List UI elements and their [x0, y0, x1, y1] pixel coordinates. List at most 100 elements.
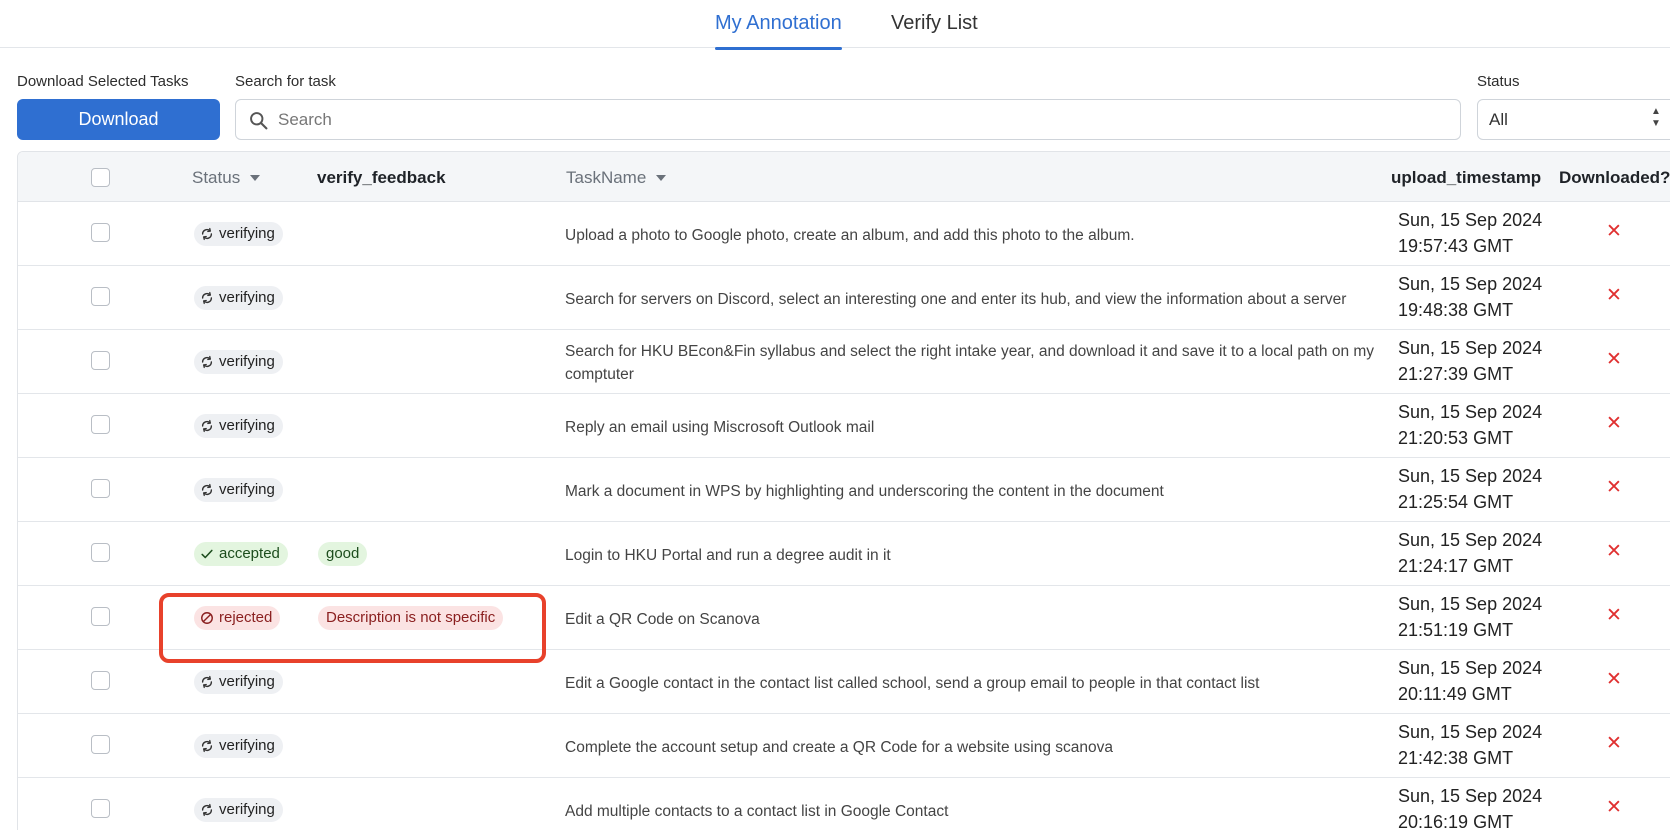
table-row[interactable]: verifying Search for servers on Discord, …: [18, 266, 1670, 330]
task-name-text: Search for HKU BEcon&Fin syllabus and se…: [565, 343, 1375, 383]
status-select-value: All: [1489, 110, 1508, 129]
select-arrows-icon: ▲ ▼: [1651, 106, 1661, 129]
refresh-icon: [201, 419, 213, 433]
upload-timestamp-cell: Sun, 15 Sep 2024 21:25:54 GMT: [1398, 463, 1542, 515]
header-verify-feedback: verify_feedback: [317, 168, 446, 187]
status-badge: accepted: [194, 542, 288, 566]
upload-timestamp-cell: Sun, 15 Sep 2024 19:48:38 GMT: [1398, 271, 1542, 323]
status-badge-label: accepted: [219, 545, 280, 562]
task-name-text: Add multiple contacts to a contact list …: [565, 802, 949, 820]
timestamp-time: 21:42:38 GMT: [1398, 748, 1514, 768]
row-checkbox[interactable]: [91, 351, 110, 370]
task-name-cell: Upload a photo to Google photo, create a…: [565, 212, 1385, 258]
task-name-text: Upload a photo to Google photo, create a…: [565, 226, 1135, 244]
not-downloaded-icon: ✕: [1606, 221, 1622, 242]
table-row[interactable]: accepted good Login to HKU Portal and run …: [18, 522, 1670, 586]
row-checkbox[interactable]: [91, 479, 110, 498]
upload-timestamp-cell: Sun, 15 Sep 2024 21:24:17 GMT: [1398, 527, 1542, 579]
upload-timestamp-cell: Sun, 15 Sep 2024 21:27:39 GMT: [1398, 335, 1542, 387]
table-row[interactable]: verifying Add multiple contacts to a cont…: [18, 778, 1670, 830]
status-badge: verifying: [194, 478, 283, 502]
task-name-cell: Search for HKU BEcon&Fin syllabus and se…: [565, 340, 1385, 386]
upload-timestamp-cell: Sun, 15 Sep 2024 20:11:49 GMT: [1398, 655, 1542, 707]
row-checkbox[interactable]: [91, 799, 110, 818]
status-badge-label: verifying: [219, 481, 275, 498]
status-badge: verifying: [194, 734, 283, 758]
refresh-icon: [201, 739, 213, 753]
task-name-cell: Login to HKU Portal and run a degree aud…: [565, 532, 1385, 578]
tab-label: My Annotation: [715, 12, 842, 34]
select-all-checkbox[interactable]: [91, 168, 110, 187]
row-checkbox[interactable]: [91, 223, 110, 242]
tab-bar: My Annotation Verify List: [0, 0, 1670, 50]
table-row[interactable]: verifying Upload a photo to Google photo,…: [18, 202, 1670, 266]
status-badge-label: verifying: [219, 737, 275, 754]
timestamp-time: 19:48:38 GMT: [1398, 300, 1514, 320]
not-downloaded-icon: ✕: [1606, 733, 1622, 754]
feedback-badge: good: [318, 542, 368, 566]
status-badge-label: verifying: [219, 289, 275, 306]
status-badge-label: verifying: [219, 225, 275, 242]
status-badge-label: rejected: [219, 609, 273, 626]
feedback-badge: Description is not specific: [318, 606, 504, 630]
timestamp-date: Sun, 15 Sep 2024: [1398, 786, 1543, 806]
task-name-text: Complete the account setup and create a …: [565, 738, 1113, 756]
table-header: Status verify_feedback TaskName upload_t…: [18, 152, 1670, 202]
timestamp-time: 19:57:43 GMT: [1398, 236, 1514, 256]
row-checkbox[interactable]: [91, 671, 110, 690]
timestamp-date: Sun, 15 Sep 2024: [1398, 658, 1543, 678]
not-downloaded-icon: ✕: [1606, 797, 1622, 818]
task-name-text: Edit a QR Code on Scanova: [565, 610, 760, 628]
table-row[interactable]: verifying Mark a document in WPS by highl…: [18, 458, 1670, 522]
status-badge-label: verifying: [219, 353, 275, 370]
header-downloaded: Downloaded?: [1559, 168, 1670, 187]
task-name-text: Reply an email using Miscrosoft Outlook …: [565, 418, 875, 436]
header-upload-timestamp: upload_timestamp: [1391, 168, 1542, 187]
download-button[interactable]: Download: [17, 99, 220, 140]
table-row[interactable]: verifying Complete the account setup and …: [18, 714, 1670, 778]
tab-verify-list[interactable]: Verify List: [891, 12, 978, 35]
status-badge: verifying: [194, 286, 283, 310]
refresh-icon: [201, 355, 213, 369]
status-select[interactable]: All ▲ ▼: [1477, 99, 1670, 140]
tab-label: Verify List: [891, 12, 978, 34]
header-status[interactable]: Status: [192, 168, 261, 188]
timestamp-time: 21:51:19 GMT: [1398, 620, 1514, 640]
search-field[interactable]: [235, 99, 1461, 140]
refresh-icon: [201, 227, 213, 241]
table-row[interactable]: verifying Reply an email using Miscrosoft…: [18, 394, 1670, 458]
not-downloaded-icon: ✕: [1606, 541, 1622, 562]
header-task-name[interactable]: TaskName: [566, 168, 667, 188]
search-input[interactable]: [278, 105, 1448, 135]
refresh-icon: [201, 675, 213, 689]
refresh-icon: [201, 483, 213, 497]
task-table: Status verify_feedback TaskName upload_t…: [17, 151, 1670, 830]
timestamp-date: Sun, 15 Sep 2024: [1398, 466, 1543, 486]
not-downloaded-icon: ✕: [1606, 477, 1622, 498]
status-badge: verifying: [194, 350, 283, 374]
timestamp-date: Sun, 15 Sep 2024: [1398, 722, 1543, 742]
timestamp-date: Sun, 15 Sep 2024: [1398, 338, 1543, 358]
task-name-cell: Reply an email using Miscrosoft Outlook …: [565, 404, 1385, 450]
row-checkbox[interactable]: [91, 543, 110, 562]
row-checkbox[interactable]: [91, 415, 110, 434]
task-name-cell: Search for servers on Discord, select an…: [565, 276, 1385, 322]
status-label: Status: [1477, 73, 1520, 90]
table-row[interactable]: rejected Description is not specific Edit …: [18, 586, 1670, 650]
tab-my-annotation[interactable]: My Annotation: [715, 12, 842, 50]
task-name-cell: Edit a Google contact in the contact lis…: [565, 660, 1385, 706]
task-name-cell: Complete the account setup and create a …: [565, 724, 1385, 770]
search-label: Search for task: [235, 73, 336, 90]
timestamp-time: 20:11:49 GMT: [1398, 684, 1512, 704]
timestamp-date: Sun, 15 Sep 2024: [1398, 530, 1543, 550]
status-badge: verifying: [194, 798, 283, 822]
upload-timestamp-cell: Sun, 15 Sep 2024 20:16:19 GMT: [1398, 783, 1542, 830]
row-checkbox[interactable]: [91, 607, 110, 626]
upload-timestamp-cell: Sun, 15 Sep 2024 21:42:38 GMT: [1398, 719, 1542, 771]
table-row[interactable]: verifying Edit a Google contact in the co…: [18, 650, 1670, 714]
row-checkbox[interactable]: [91, 287, 110, 306]
table-row[interactable]: verifying Search for HKU BEcon&Fin syllab…: [18, 330, 1670, 394]
row-checkbox[interactable]: [91, 735, 110, 754]
not-downloaded-icon: ✕: [1606, 605, 1622, 626]
task-name-cell: Mark a document in WPS by highlighting a…: [565, 468, 1385, 514]
